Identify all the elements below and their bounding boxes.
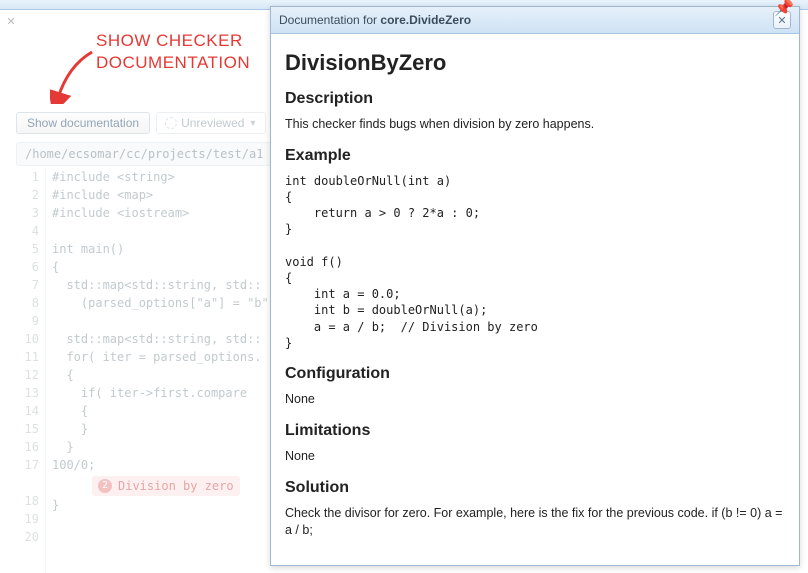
- bug-step-number: 2: [98, 479, 112, 493]
- doc-configuration-text: None: [285, 391, 785, 408]
- line-number: 18: [16, 492, 39, 510]
- annotation-arrow-icon: [50, 48, 100, 104]
- doc-section-description: Description: [285, 90, 785, 108]
- line-number: 5: [16, 240, 39, 258]
- line-number: 9: [16, 312, 39, 330]
- doc-section-limitations: Limitations: [285, 422, 785, 440]
- line-number: 7: [16, 276, 39, 294]
- doc-section-solution: Solution: [285, 479, 785, 497]
- doc-title-prefix: Documentation for: [279, 13, 380, 27]
- documentation-titlebar[interactable]: Documentation for core.DivideZero ✕: [271, 7, 799, 34]
- chevron-down-icon: ▼: [248, 118, 257, 128]
- file-path: /home/ecsomar/cc/projects/test/a1: [25, 147, 263, 161]
- line-number: 20: [16, 528, 39, 546]
- line-number: 4: [16, 222, 39, 240]
- line-number: 17: [16, 456, 39, 474]
- line-number: 1: [16, 168, 39, 186]
- line-number: 16: [16, 438, 39, 456]
- annotation-line1: SHOW CHECKER: [96, 31, 243, 50]
- doc-section-example: Example: [285, 147, 785, 165]
- bug-label: Division by zero: [118, 477, 234, 495]
- review-status-dropdown[interactable]: Unreviewed ▼: [156, 112, 266, 134]
- review-status-icon: [165, 117, 177, 129]
- doc-example-code: int doubleOrNull(int a) { return a > 0 ?…: [285, 173, 785, 351]
- doc-limitations-text: None: [285, 448, 785, 465]
- show-documentation-button[interactable]: Show documentation: [16, 112, 150, 134]
- doc-solution-text: Check the divisor for zero. For example,…: [285, 505, 785, 539]
- pin-icon[interactable]: 📌: [774, 0, 794, 18]
- line-number: 6: [16, 258, 39, 276]
- line-number: 3: [16, 204, 39, 222]
- documentation-window: Documentation for core.DivideZero ✕ Divi…: [270, 6, 800, 566]
- documentation-title: Documentation for core.DivideZero: [279, 13, 773, 27]
- line-number: 14: [16, 402, 39, 420]
- annotation-callout: SHOW CHECKER DOCUMENTATION: [96, 30, 250, 74]
- doc-title-name: core.DivideZero: [380, 13, 471, 27]
- line-number: 15: [16, 420, 39, 438]
- doc-section-configuration: Configuration: [285, 365, 785, 383]
- documentation-body: DivisionByZero Description This checker …: [271, 34, 799, 565]
- doc-h1: DivisionByZero: [285, 50, 785, 76]
- annotation-line2: DOCUMENTATION: [96, 53, 250, 72]
- doc-description-text: This checker finds bugs when division by…: [285, 116, 785, 133]
- app-root: 📌 ✕ SHOW CHECKER DOCUMENTATION Show docu…: [0, 0, 808, 573]
- line-number: 8: [16, 294, 39, 312]
- bug-annotation[interactable]: 2 Division by zero: [92, 476, 240, 496]
- line-number: 10: [16, 330, 39, 348]
- line-number-gutter: 1234567891011121314151617 181920: [16, 168, 46, 573]
- tab-close-icon[interactable]: ✕: [4, 14, 18, 28]
- line-number: 2: [16, 186, 39, 204]
- line-number: 19: [16, 510, 39, 528]
- line-number: 11: [16, 348, 39, 366]
- line-number: 12: [16, 366, 39, 384]
- line-number: 13: [16, 384, 39, 402]
- review-status-label: Unreviewed: [181, 116, 244, 130]
